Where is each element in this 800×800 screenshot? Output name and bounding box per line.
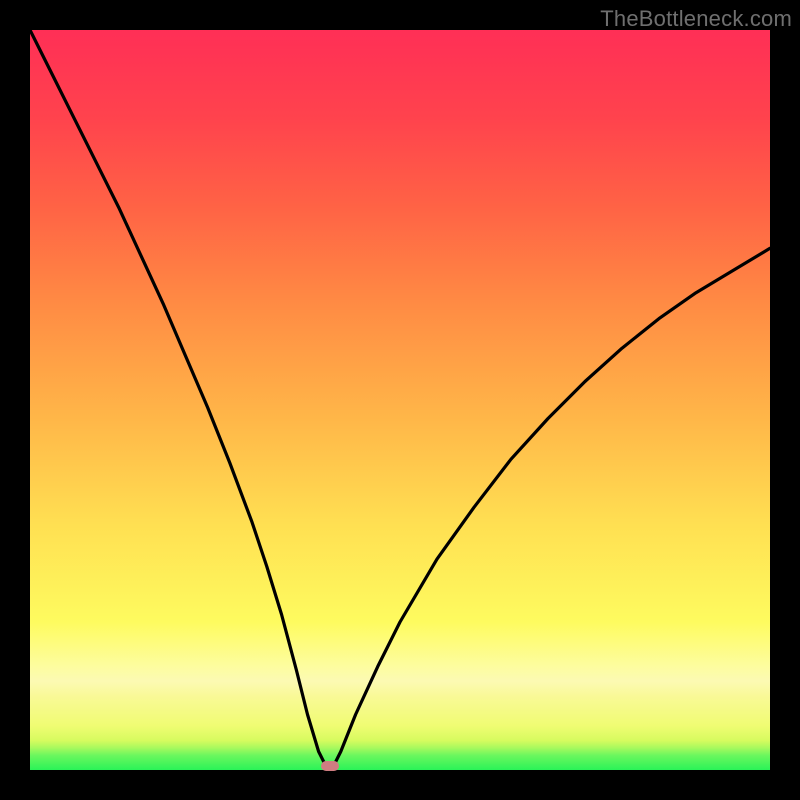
watermark-text: TheBottleneck.com bbox=[600, 6, 792, 32]
bottleneck-curve bbox=[30, 30, 770, 766]
min-marker bbox=[321, 761, 339, 771]
plot-area bbox=[30, 30, 770, 770]
chart-frame: TheBottleneck.com bbox=[0, 0, 800, 800]
curve-layer bbox=[30, 30, 770, 770]
